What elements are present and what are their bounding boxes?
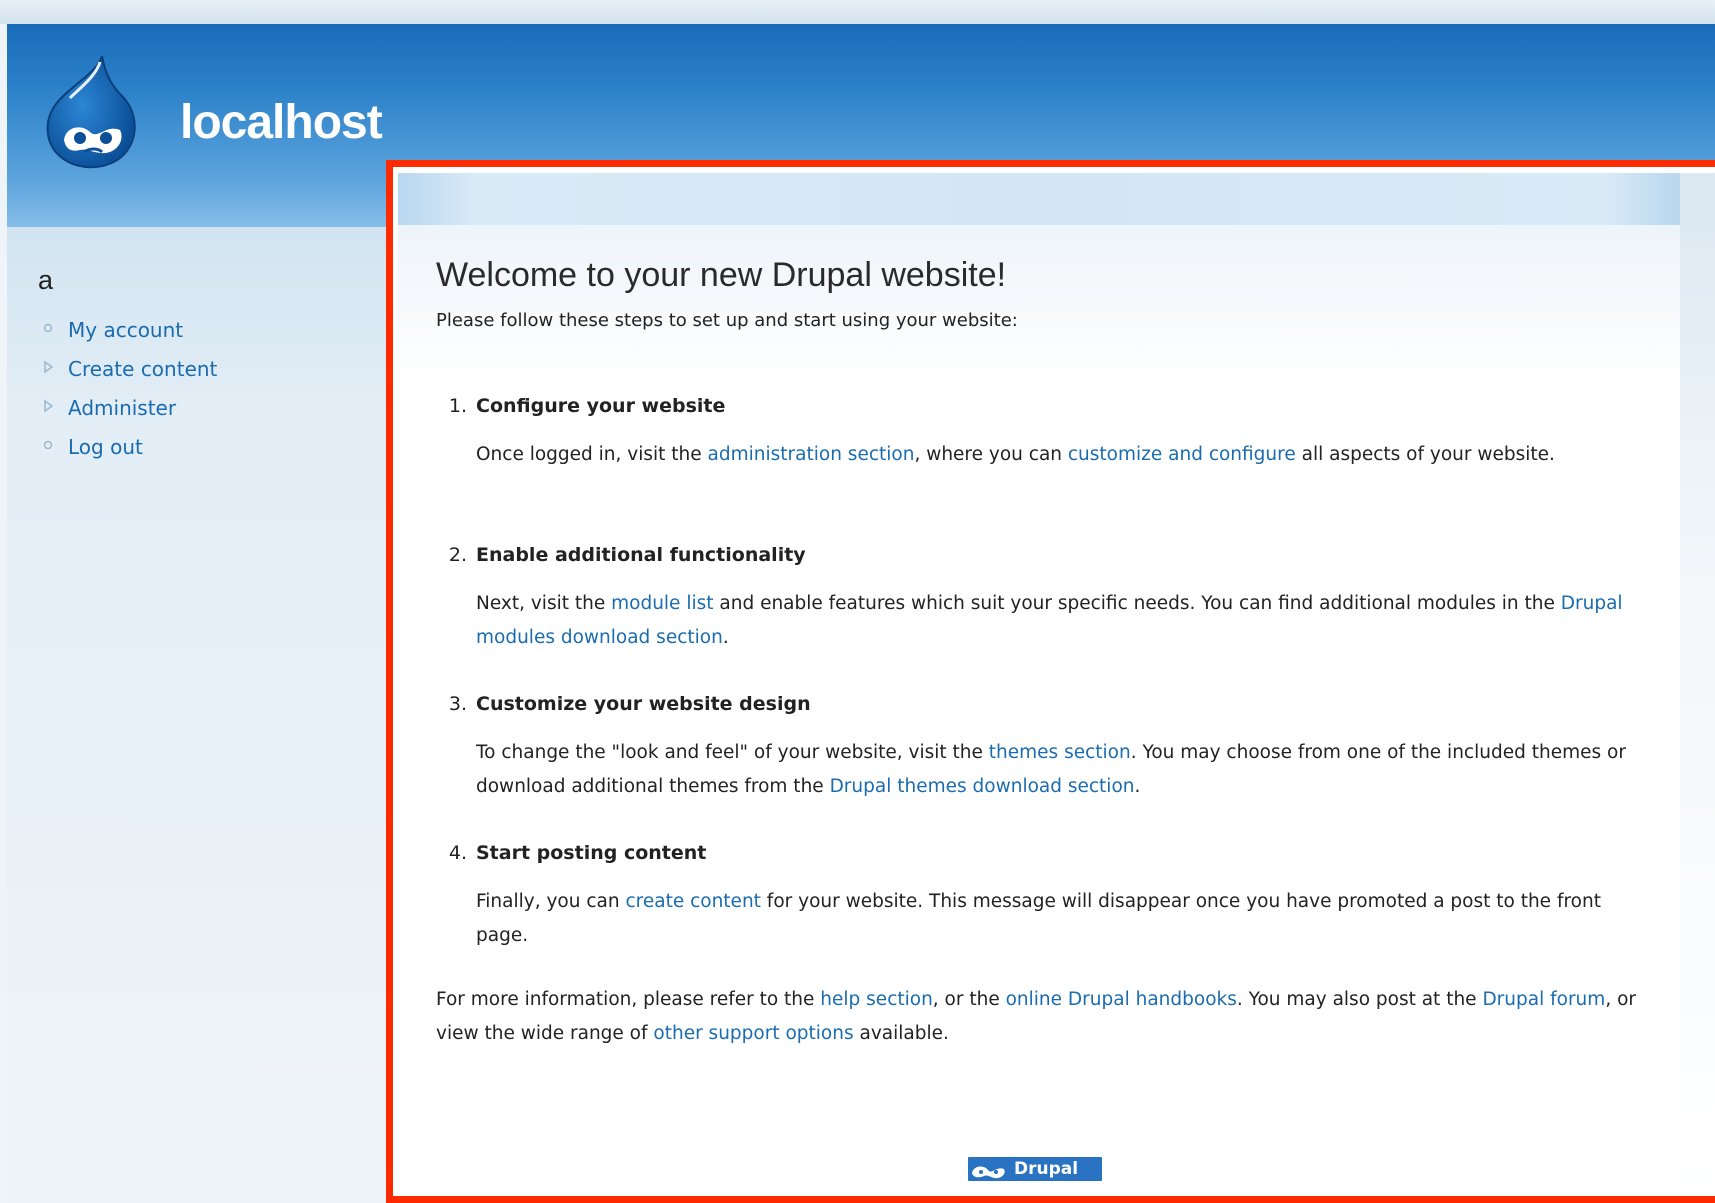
step-number: 2. xyxy=(448,544,467,566)
welcome-intro: Please follow these steps to set up and … xyxy=(436,310,1018,331)
sidebar-item-my-account[interactable]: My account xyxy=(40,310,217,349)
drupal-logo-icon[interactable] xyxy=(40,52,140,170)
step-3: 3. Customize your website design To chang… xyxy=(436,693,1676,842)
triangle-bullet-icon xyxy=(44,399,54,412)
step-description: Finally, you can create content for your… xyxy=(476,891,1601,946)
step-heading: Enable additional functionality xyxy=(476,544,806,566)
browser-top-strip xyxy=(0,0,1715,24)
sidebar-item-administer[interactable]: Administer xyxy=(40,388,217,427)
themes-download-link[interactable]: Drupal themes download section xyxy=(830,776,1135,797)
powered-by-drupal-badge[interactable]: Drupal xyxy=(968,1157,1102,1181)
step-heading: Start posting content xyxy=(476,842,707,864)
step-description: Once logged in, visit the administration… xyxy=(476,444,1555,465)
drupal-forum-link[interactable]: Drupal forum xyxy=(1482,989,1605,1010)
triangle-bullet-icon xyxy=(44,360,54,373)
step-description: To change the "look and feel" of your we… xyxy=(476,742,1626,797)
left-gutter xyxy=(0,24,7,1203)
step-number: 3. xyxy=(448,693,467,715)
administration-section-link[interactable]: administration section xyxy=(708,444,915,465)
help-section-link[interactable]: help section xyxy=(820,989,933,1010)
online-handbooks-link[interactable]: online Drupal handbooks xyxy=(1006,989,1237,1010)
content-tab-bar xyxy=(398,173,1680,225)
step-1: 1. Configure your website Once logged in,… xyxy=(436,395,1676,544)
step-heading: Configure your website xyxy=(476,395,726,417)
step-heading: Customize your website design xyxy=(476,693,811,715)
sidebar-item-log-out[interactable]: Log out xyxy=(40,427,217,466)
sidebar-block-title: a xyxy=(38,265,54,295)
setup-steps-list: 1. Configure your website Once logged in,… xyxy=(436,395,1676,982)
step-2: 2. Enable additional functionality Next, … xyxy=(436,544,1676,693)
site-name-link[interactable]: localhost xyxy=(180,95,383,150)
sidebar-link-log-out[interactable]: Log out xyxy=(68,435,143,459)
right-region xyxy=(1680,173,1715,1196)
powered-by-label: Drupal xyxy=(1014,1159,1079,1179)
sidebar-link-create-content[interactable]: Create content xyxy=(68,357,217,381)
module-list-link[interactable]: module list xyxy=(611,593,713,614)
more-info-paragraph: For more information, please refer to th… xyxy=(436,989,1636,1044)
sidebar-nav: My account Create content Administer Log… xyxy=(40,310,217,466)
support-options-link[interactable]: other support options xyxy=(653,1023,853,1044)
circle-bullet-icon xyxy=(43,440,53,449)
step-number: 1. xyxy=(448,395,467,417)
step-4: 4. Start posting content Finally, you can… xyxy=(436,842,1676,982)
themes-section-link[interactable]: themes section xyxy=(989,742,1131,763)
step-description: Next, visit the module list and enable f… xyxy=(476,593,1623,648)
create-content-link[interactable]: create content xyxy=(625,891,760,912)
circle-bullet-icon xyxy=(43,323,53,332)
sidebar-link-my-account[interactable]: My account xyxy=(68,318,183,342)
customize-configure-link[interactable]: customize and configure xyxy=(1068,444,1296,465)
page-title: Welcome to your new Drupal website! xyxy=(436,256,1007,294)
sidebar-link-administer[interactable]: Administer xyxy=(68,396,176,420)
main-content-highlight-bottom xyxy=(386,1196,1715,1203)
drupal-mini-logo-icon xyxy=(972,1166,1005,1179)
content-top-fade xyxy=(398,225,1715,385)
sidebar-item-create-content[interactable]: Create content xyxy=(40,349,217,388)
step-number: 4. xyxy=(448,842,467,864)
